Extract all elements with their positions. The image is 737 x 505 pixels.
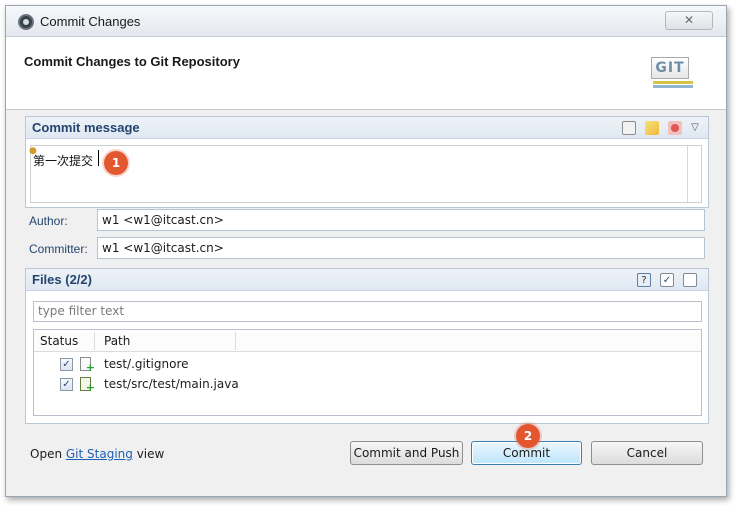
row-checkbox[interactable]: ✓ — [60, 358, 73, 371]
git-logo-text: GIT — [651, 57, 689, 79]
message-scrollbar[interactable] — [687, 146, 688, 202]
java-file-icon — [80, 377, 95, 394]
git-logo-icon: GIT — [651, 57, 695, 93]
commit-message-input[interactable]: ● 第一次提交 — [29, 145, 702, 203]
path-column-header[interactable]: Path — [104, 334, 130, 348]
files-table: Status Path ✓ test/.gitignore ✓ test/src… — [33, 329, 702, 416]
commit-message-title: Commit message — [32, 120, 140, 135]
author-label: Author: — [29, 214, 68, 228]
added-file-icon — [80, 357, 95, 374]
history-icon[interactable] — [622, 121, 636, 135]
show-untracked-icon[interactable]: ? — [637, 273, 651, 287]
footer-suffix: view — [132, 447, 165, 461]
text-cursor — [98, 150, 99, 166]
spellcheck-icon[interactable] — [645, 121, 659, 135]
filter-input[interactable]: type filter text — [33, 301, 702, 322]
author-field[interactable]: w1 <w1@itcast.cn> — [97, 209, 705, 231]
committer-label: Committer: — [29, 242, 88, 256]
eclipse-icon — [18, 14, 34, 30]
committer-field[interactable]: w1 <w1@itcast.cn> — [97, 237, 705, 259]
commit-and-push-button[interactable]: Commit and Push — [350, 441, 463, 465]
page-title: Commit Changes to Git Repository — [24, 54, 240, 69]
table-header: Status Path — [34, 330, 701, 352]
files-header: Files (2/2) ? ✓ — [26, 269, 708, 291]
file-path: test/.gitignore — [104, 357, 189, 371]
files-section: Files (2/2) ? ✓ type filter text Status … — [25, 268, 709, 424]
commit-message-section: Commit message ▽ ● 第一次提交 1 — [25, 116, 709, 208]
close-button[interactable]: ✕ — [665, 11, 713, 30]
row-checkbox[interactable]: ✓ — [60, 378, 73, 391]
annotation-badge-2: 2 — [516, 424, 540, 448]
file-path: test/src/test/main.java — [104, 377, 239, 391]
footer-prefix: Open — [30, 447, 66, 461]
window-title: Commit Changes — [40, 14, 141, 29]
table-row[interactable]: ✓ test/.gitignore — [34, 355, 701, 375]
git-staging-link[interactable]: Git Staging — [66, 447, 133, 461]
files-title: Files (2/2) — [32, 272, 92, 287]
status-column-header[interactable]: Status — [40, 334, 78, 348]
cancel-button[interactable]: Cancel — [591, 441, 703, 465]
select-all-icon[interactable]: ✓ — [660, 273, 674, 287]
sign-off-icon[interactable] — [668, 121, 682, 135]
menu-icon[interactable]: ▽ — [688, 121, 702, 135]
commit-message-header: Commit message ▽ — [26, 117, 708, 139]
commit-message-text: 第一次提交 — [33, 154, 94, 168]
column-divider — [235, 332, 236, 350]
title-bar: Commit Changes ✕ — [6, 6, 726, 37]
logo-stripe — [653, 81, 693, 84]
commit-dialog: Commit Changes ✕ Commit Changes to Git R… — [5, 5, 727, 497]
logo-stripe — [653, 85, 693, 88]
dialog-header: Commit Changes to Git Repository GIT — [6, 37, 726, 110]
annotation-badge-1: 1 — [104, 151, 128, 175]
deselect-all-icon[interactable] — [683, 273, 697, 287]
table-row[interactable]: ✓ test/src/test/main.java — [34, 375, 701, 395]
open-staging-text: Open Git Staging view — [30, 447, 164, 461]
column-divider — [94, 332, 95, 350]
